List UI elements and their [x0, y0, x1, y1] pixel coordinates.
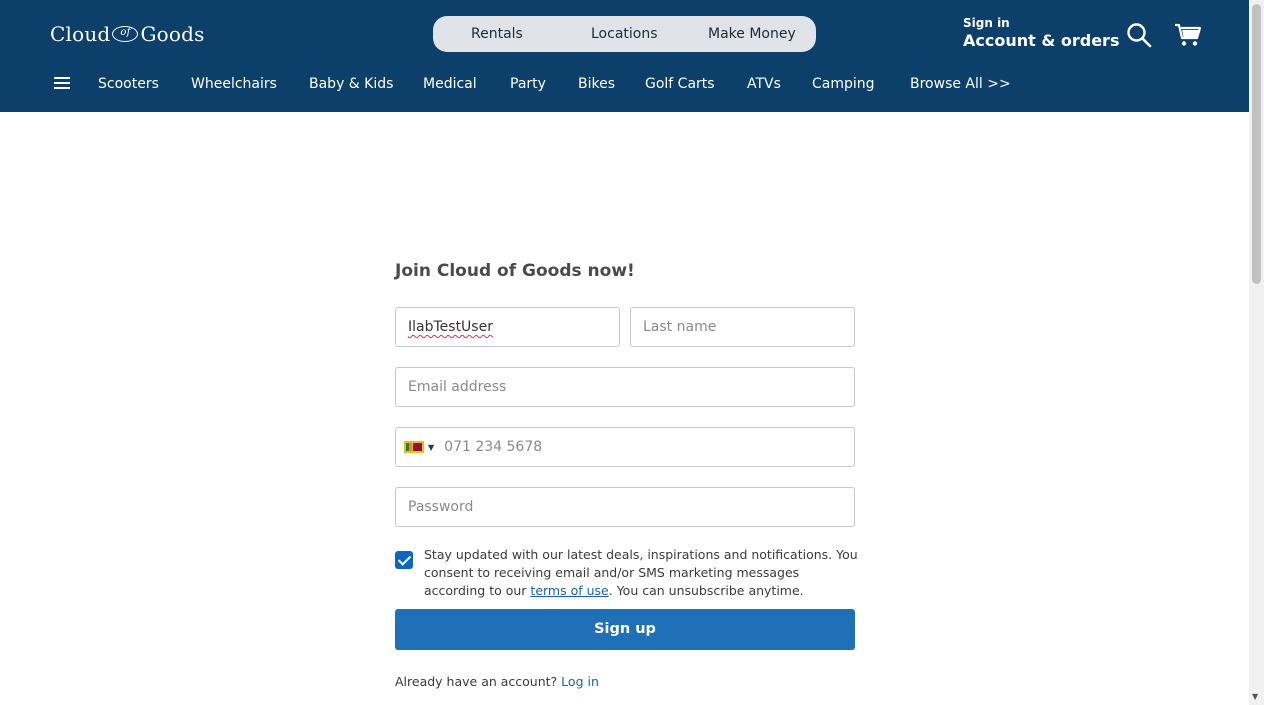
- sign-up-button[interactable]: Sign up: [395, 609, 855, 650]
- logo-word-of: of: [112, 26, 139, 42]
- logo-word-cloud: Cloud: [50, 22, 111, 46]
- search-icon[interactable]: [1126, 22, 1152, 48]
- nav-make-money[interactable]: Make Money: [708, 16, 796, 52]
- sign-in-label: Sign in: [963, 16, 1010, 30]
- category-golf-carts[interactable]: Golf Carts: [645, 72, 715, 96]
- first-name-field[interactable]: IlabTestUser: [395, 307, 620, 347]
- sri-lanka-flag-icon[interactable]: [404, 441, 424, 453]
- category-atvs[interactable]: ATVs: [747, 72, 781, 96]
- account-menu[interactable]: Sign in Account & orders: [963, 15, 1119, 51]
- category-browse-all[interactable]: Browse All >>: [910, 72, 1011, 96]
- category-scooters[interactable]: Scooters: [98, 72, 159, 96]
- phone-placeholder: 071 234 5678: [444, 439, 543, 455]
- email-field[interactable]: Email address: [395, 367, 855, 407]
- category-party[interactable]: Party: [510, 72, 546, 96]
- password-field[interactable]: Password: [395, 487, 855, 527]
- category-wheelchairs[interactable]: Wheelchairs: [191, 72, 277, 96]
- nav-locations[interactable]: Locations: [591, 16, 658, 52]
- nav-rentals[interactable]: Rentals: [471, 16, 523, 52]
- marketing-consent-text: Stay updated with our latest deals, insp…: [424, 546, 860, 600]
- email-placeholder: Email address: [408, 379, 507, 395]
- category-bikes[interactable]: Bikes: [578, 72, 615, 96]
- scroll-down-arrow-icon[interactable]: ▼: [1252, 692, 1258, 701]
- cloud-of-goods-logo[interactable]: Cloud of Goods: [50, 20, 205, 48]
- last-name-placeholder: Last name: [643, 319, 717, 335]
- already-have-account-text: Already have an account?: [395, 674, 558, 689]
- category-medical[interactable]: Medical: [423, 72, 477, 96]
- last-name-field[interactable]: Last name: [630, 307, 855, 347]
- country-dropdown-caret-icon[interactable]: ▼: [428, 443, 434, 452]
- cart-icon[interactable]: [1174, 22, 1202, 48]
- login-prompt: Already have an account? Log in: [395, 673, 599, 691]
- phone-field[interactable]: ▼ 071 234 5678: [395, 427, 855, 467]
- signup-form-title: Join Cloud of Goods now!: [395, 261, 635, 281]
- category-baby-kids[interactable]: Baby & Kids: [309, 72, 393, 96]
- hamburger-menu-icon[interactable]: [53, 75, 71, 91]
- first-name-value: IlabTestUser: [408, 319, 493, 335]
- terms-of-use-link[interactable]: terms of use: [530, 583, 608, 598]
- page: Cloud of Goods Rentals Locations Make Mo…: [0, 0, 1264, 705]
- password-placeholder: Password: [408, 499, 474, 515]
- page-scrollbar[interactable]: [1249, 0, 1264, 705]
- primary-nav-pill: Rentals Locations Make Money: [433, 16, 816, 52]
- log-in-link[interactable]: Log in: [561, 674, 599, 689]
- category-camping[interactable]: Camping: [812, 72, 875, 96]
- scrollbar-thumb[interactable]: [1252, 4, 1261, 284]
- site-header: Cloud of Goods Rentals Locations Make Mo…: [0, 0, 1249, 112]
- account-orders-label: Account & orders: [963, 31, 1120, 50]
- marketing-consent-checkbox[interactable]: [395, 551, 413, 569]
- logo-word-goods: Goods: [140, 22, 205, 46]
- consent-text-part-2: . You can unsubscribe anytime.: [608, 583, 804, 598]
